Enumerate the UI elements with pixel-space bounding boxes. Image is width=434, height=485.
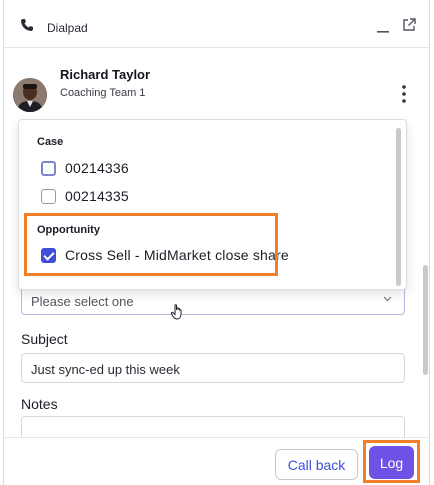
subject-input[interactable]: Just sync-ed up this week (21, 353, 405, 383)
footer (4, 437, 429, 485)
person-portrait-icon (13, 78, 47, 112)
option-case-00214336[interactable]: 00214336 (41, 157, 129, 179)
select-placeholder: Please select one (31, 294, 134, 309)
option-label: 00214336 (65, 160, 129, 176)
checkbox[interactable] (41, 160, 56, 176)
group-label-case: Case (37, 136, 64, 148)
option-label: 00214335 (65, 188, 129, 204)
titlebar: Dialpad (4, 0, 429, 48)
dropdown-scrollbar[interactable] (396, 128, 401, 286)
option-opportunity-cross-sell[interactable]: Cross Sell - MidMarket close share (41, 244, 289, 266)
contact-team: Coaching Team 1 (60, 87, 146, 99)
related-record-dropdown: Case 00214336 00214335 Opportunity Cross… (18, 119, 407, 290)
app-title: Dialpad (47, 21, 88, 35)
dialpad-window: Dialpad Richard Taylor Coaching Team 1 C… (3, 0, 430, 485)
phone-icon (21, 19, 33, 31)
more-options-icon[interactable] (401, 84, 407, 104)
page-scrollbar[interactable] (423, 265, 428, 375)
popout-icon[interactable] (402, 18, 416, 32)
hand-cursor-icon (170, 304, 182, 320)
option-label: Cross Sell - MidMarket close share (65, 247, 289, 263)
avatar (13, 78, 47, 112)
call-back-button[interactable]: Call back (275, 449, 358, 480)
contact-name: Richard Taylor (60, 67, 151, 82)
contact-header: Richard Taylor Coaching Team 1 (4, 48, 429, 114)
chevron-down-icon (383, 296, 392, 302)
minimize-icon[interactable] (376, 20, 390, 34)
notes-label: Notes (21, 396, 58, 412)
checkbox[interactable] (41, 188, 56, 204)
log-button[interactable]: Log (369, 446, 414, 479)
subject-label: Subject (21, 331, 68, 347)
checkbox-checked[interactable] (41, 247, 56, 263)
group-label-opportunity: Opportunity (37, 224, 100, 236)
subject-value: Just sync-ed up this week (31, 362, 180, 377)
option-case-00214335[interactable]: 00214335 (41, 185, 129, 207)
